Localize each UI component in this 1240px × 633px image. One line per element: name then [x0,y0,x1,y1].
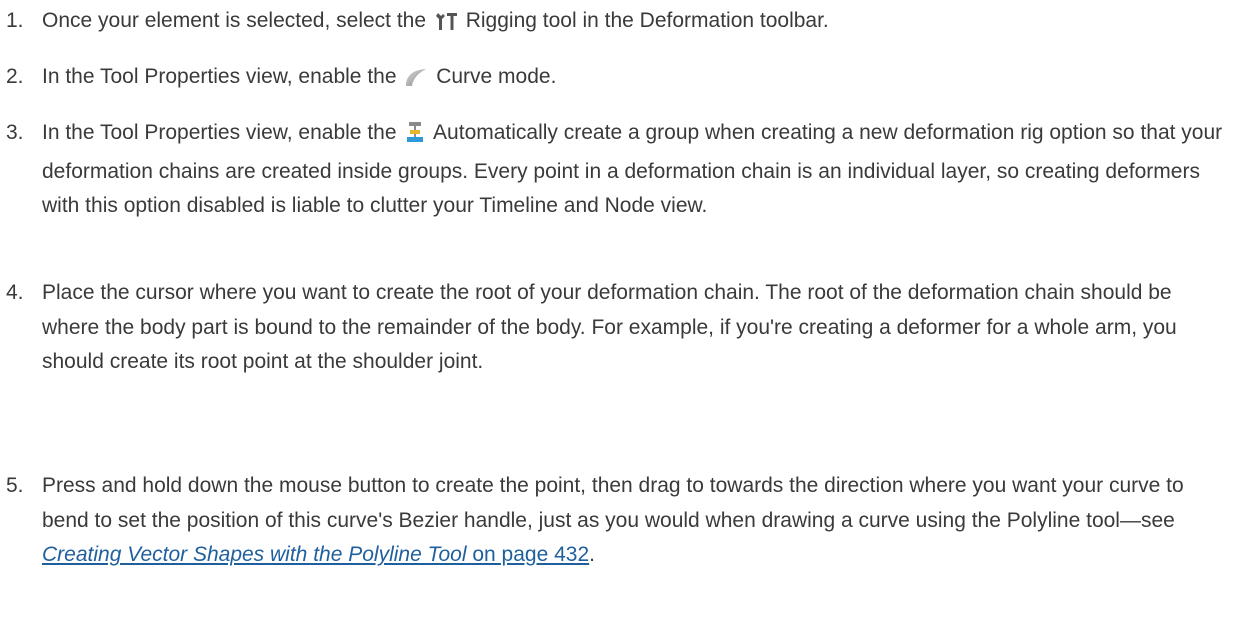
step-number: 5. [6,474,24,497]
step-4: 4. Place the cursor where you want to cr… [6,276,1234,380]
step-number: 2. [6,65,24,88]
step-3: 3. In the Tool Properties view, enable t… [6,116,1234,224]
step-2: 2. In the Tool Properties view, enable t… [6,60,1234,99]
step-number: 1. [6,9,24,32]
step-text: Once your element is selected, select th… [42,4,1234,43]
step-5: 5. Press and hold down the mouse button … [6,469,1234,573]
step-text: In the Tool Properties view, enable the … [42,60,1234,99]
link-page: on page 432 [466,543,590,566]
step-text: In the Tool Properties view, enable the … [42,120,1223,217]
auto-create-group-icon [404,120,426,155]
step-1: 1. Once your element is selected, select… [6,4,1234,43]
rigging-tool-icon [434,8,458,43]
step-text: Place the cursor where you want to creat… [42,281,1177,373]
link-title: Creating Vector Shapes with the Polyline… [42,543,467,566]
curve-mode-icon [404,64,428,99]
step-text: Press and hold down the mouse button to … [42,474,1184,566]
cross-reference-link[interactable]: Creating Vector Shapes with the Polyline… [42,543,589,566]
step-number: 4. [6,281,24,304]
step-number: 3. [6,121,24,144]
